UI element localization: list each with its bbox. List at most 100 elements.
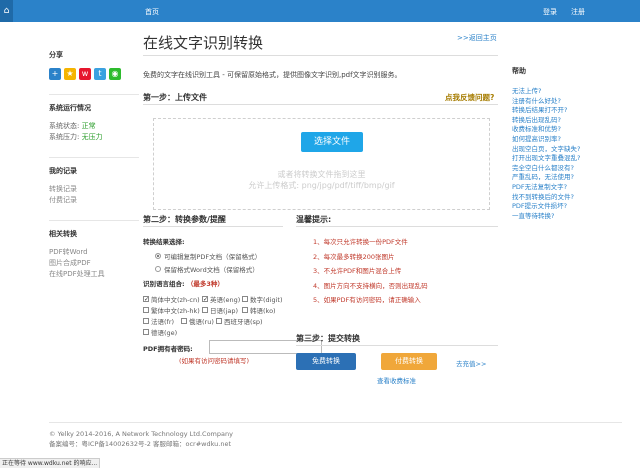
pricing-link[interactable]: 查看收费标准	[377, 375, 416, 385]
help-link[interactable]: 转换后结果打不开?	[512, 106, 622, 116]
feedback-link[interactable]: 点我反馈问题?	[445, 92, 494, 103]
title-divider	[143, 55, 498, 56]
allowed-formats: 允许上传格式: png/jpg/pdf/tiff/bmp/gif	[248, 181, 395, 190]
conversion-records-link[interactable]: 转换记录	[49, 184, 139, 195]
result-label: 转换结果选择:	[143, 238, 185, 246]
nav-home-link[interactable]: 首页	[145, 7, 159, 17]
result-option-pdf[interactable]: 可编辑复制PDF文档（保留格式）	[155, 251, 261, 261]
checkbox-checked-icon: ✓	[202, 296, 209, 303]
checkbox-icon	[143, 307, 149, 313]
checkbox-icon	[143, 318, 149, 324]
help-link[interactable]: 严重乱码，无法使用?	[512, 173, 622, 183]
system-load: 系统压力: 无压力	[49, 133, 103, 141]
browser-status-bar: 正在等待 www.wdku.net 的响应...	[0, 458, 100, 468]
help-title: 帮助	[512, 67, 526, 75]
step2-title: 第二步：转换参数/提醒	[143, 215, 226, 224]
help-link[interactable]: 如何提高识别率?	[512, 135, 622, 145]
checkbox-icon	[216, 318, 222, 324]
footer-copyright: © Yelky 2014-2016, A Network Technology …	[49, 430, 233, 438]
help-link[interactable]: 一直等待转换?	[512, 212, 622, 222]
related-link-pdf-tools[interactable]: 在线PDF处理工具	[49, 269, 139, 280]
help-link[interactable]: 收费标准和优势?	[512, 125, 622, 135]
register-link[interactable]: 注册	[571, 7, 585, 17]
left-sidebar: 分享 + ★ w t ◉ 系统运行情况 系统状态: 正常 系统压力: 无压力 我…	[49, 50, 139, 294]
divider	[49, 220, 139, 221]
page-title: 在线文字识别转换	[143, 34, 264, 52]
tencent-weibo-icon[interactable]: t	[94, 68, 106, 80]
lang-limit-note: （最多3种）	[186, 280, 224, 288]
help-link[interactable]: 注册有什么好处?	[512, 97, 622, 107]
checkbox-checked-icon: ✓	[143, 296, 150, 303]
recharge-link[interactable]: 去充值>>	[456, 358, 486, 368]
divider	[49, 157, 139, 158]
checkbox-icon	[181, 318, 187, 324]
help-link[interactable]: 完全空白什么都没有?	[512, 164, 622, 174]
footer-icp: 备案编号：粤ICP备14002632号-2 客服邮箱：ocr#wdku.net	[49, 440, 232, 448]
lang-ge[interactable]: 德语(ge)	[143, 327, 177, 337]
help-link[interactable]: 打开出现文字重叠混乱?	[512, 154, 622, 164]
checkbox-icon	[143, 329, 149, 335]
intro-text: 免费的文字在线识别工具 - 可保留原始格式，提供图像文字识别,pdf文字识别服务…	[143, 71, 402, 79]
back-home-link[interactable]: >>返回主页	[457, 33, 497, 43]
lang-eng[interactable]: ✓ 英语(eng)	[202, 294, 240, 304]
login-link[interactable]: 登录	[543, 7, 557, 17]
step1-divider	[143, 104, 498, 105]
paid-convert-button[interactable]: 付费转换	[381, 353, 437, 370]
help-sidebar: 帮助 无法上传? 注册有什么好处? 转换后结果打不开? 转换后出现乱码? 收费标…	[512, 66, 622, 221]
star-icon[interactable]: ★	[64, 68, 76, 80]
pdf-password-note: (如果有访问密码请填写)	[179, 357, 250, 365]
help-link[interactable]: 找不到转换后的文件?	[512, 193, 622, 203]
records-title: 我的记录	[49, 167, 77, 175]
system-load-value: 无压力	[81, 133, 103, 141]
payment-records-link[interactable]: 付费记录	[49, 195, 139, 206]
related-link-pdf-to-word[interactable]: PDF转Word	[49, 247, 139, 258]
top-navbar: ⌂ 首页 登录 注册	[0, 0, 640, 22]
system-state: 系统状态: 正常	[49, 122, 96, 130]
help-link[interactable]: PDF无法复制文字?	[512, 183, 622, 193]
step3-divider	[296, 345, 498, 346]
help-link[interactable]: 无法上传?	[512, 87, 622, 97]
pdf-password-label: PDF拥有者密码:	[143, 345, 193, 353]
choose-file-button[interactable]: 选择文件	[301, 132, 363, 152]
step2-divider	[143, 226, 283, 227]
drop-hint: 或者将转换文件拖到这里	[277, 170, 366, 179]
lang-zh-hk[interactable]: 繁体中文(zh-hk)	[143, 305, 200, 315]
checkbox-icon	[242, 307, 248, 313]
tips-divider	[296, 226, 498, 227]
lang-ru[interactable]: 俄语(ru)	[181, 316, 214, 326]
add-share-icon[interactable]: +	[49, 68, 61, 80]
home-icon[interactable]: ⌂	[0, 0, 13, 22]
lang-zh-cn[interactable]: ✓ 简体中文(zh-cn)	[143, 294, 200, 304]
system-state-value: 正常	[81, 122, 96, 130]
related-link-image-to-pdf[interactable]: 图片合成PDF	[49, 258, 139, 269]
radio-icon[interactable]	[155, 266, 161, 272]
lang-jap[interactable]: 日语(jap)	[202, 305, 238, 315]
help-link[interactable]: 转换后出现乱码?	[512, 116, 622, 126]
tip-2: 2、每次最多转换200张图片	[313, 253, 395, 261]
tip-1: 1、每次只允许转换一份PDF文件	[313, 238, 408, 246]
footer: © Yelky 2014-2016, A Network Technology …	[49, 429, 233, 449]
step3-title: 第三步：提交转换	[296, 334, 360, 343]
tip-5: 5、如果PDF有访问密码，请正确输入	[313, 296, 421, 304]
radio-selected-icon[interactable]	[155, 253, 161, 259]
weibo-icon[interactable]: w	[79, 68, 91, 80]
tip-3: 3、不允许PDF和图片混合上传	[313, 267, 402, 275]
checkbox-icon	[202, 307, 208, 313]
divider	[49, 94, 139, 95]
share-icons: + ★ w t ◉	[49, 68, 139, 80]
lang-fr[interactable]: 法语(fr)	[143, 316, 174, 326]
free-convert-button[interactable]: 免费转换	[296, 353, 356, 370]
lang-digit[interactable]: 数字(digit)	[242, 294, 282, 304]
checkbox-icon	[242, 296, 248, 302]
help-link[interactable]: PDF提示文件损坏?	[512, 202, 622, 212]
wechat-icon[interactable]: ◉	[109, 68, 121, 80]
status-title: 系统运行情况	[49, 104, 91, 112]
tips-title: 温馨提示:	[296, 215, 332, 224]
help-link[interactable]: 出现空白页，文字缺失?	[512, 145, 622, 155]
result-option-word[interactable]: 保留格式Word文档（保留格式）	[155, 264, 259, 274]
share-title: 分享	[49, 51, 63, 59]
upload-dropzone[interactable]: 选择文件 或者将转换文件拖到这里 允许上传格式: png/jpg/pdf/tif…	[153, 118, 490, 210]
lang-sp[interactable]: 西班牙语(sp)	[216, 316, 263, 326]
tip-4: 4、图片方向不支持横向，否则出现乱码	[313, 282, 428, 290]
lang-ko[interactable]: 韩语(ko)	[242, 305, 276, 315]
